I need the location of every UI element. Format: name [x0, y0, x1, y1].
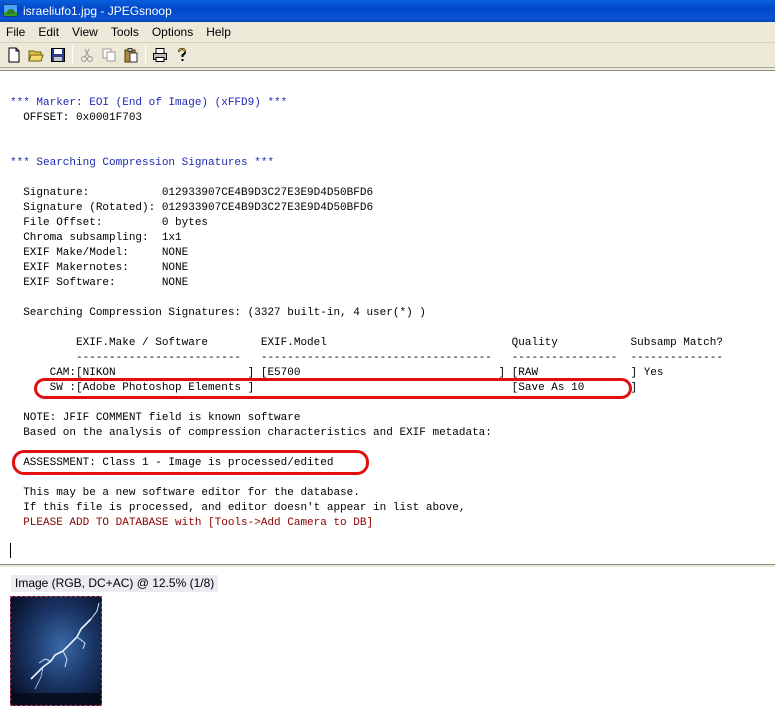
- signature-line: Signature: 012933907CE4B9D3C27E3E9D4D50B…: [10, 187, 374, 199]
- help-button[interactable]: [171, 44, 193, 66]
- copy-button[interactable]: [98, 44, 120, 66]
- menu-edit[interactable]: Edit: [32, 23, 66, 42]
- info-line: This may be a new software editor for th…: [10, 487, 360, 499]
- searching-signatures-line: Searching Compression Signatures: (3327 …: [10, 307, 426, 319]
- toolbar-separator: [145, 46, 146, 64]
- paste-icon: [124, 48, 138, 63]
- file-offset-line: File Offset: 0 bytes: [10, 217, 209, 229]
- text-caret: [10, 543, 11, 558]
- exif-makernotes-line: EXIF Makernotes: NONE: [10, 262, 189, 274]
- print-icon: [153, 48, 167, 62]
- eoi-offset-line: OFFSET: 0x0001F703: [10, 112, 143, 124]
- menu-view[interactable]: View: [66, 23, 105, 42]
- signature-table-row: CAM:[NIKON ] [E5700 ] [RAW ] Yes: [10, 367, 664, 379]
- menu-tools[interactable]: Tools: [105, 23, 146, 42]
- save-button[interactable]: [47, 44, 69, 66]
- menu-file[interactable]: File: [0, 23, 32, 42]
- image-preview-label: Image (RGB, DC+AC) @ 12.5% (1/8): [11, 575, 219, 592]
- eoi-marker-header: *** Marker: EOI (End of Image) (xFFD9) *…: [10, 97, 288, 109]
- title-bar[interactable]: israeliufo1.jpg - JPEGsnoop: [0, 0, 775, 22]
- info-line: If this file is processed, and editor do…: [10, 502, 466, 514]
- save-icon: [51, 48, 65, 62]
- paste-button[interactable]: [120, 44, 142, 66]
- menu-help[interactable]: Help: [200, 23, 238, 42]
- signature-table-rule: ------------------------- --------------…: [10, 352, 723, 364]
- toolbar-separator: [72, 46, 73, 64]
- add-to-database-line: PLEASE ADD TO DATABASE with [Tools->Add …: [10, 517, 374, 529]
- open-folder-icon: [28, 50, 44, 62]
- menu-bar: File Edit View Tools Options Help: [0, 22, 775, 43]
- cut-icon: [81, 48, 93, 62]
- lightning-image: [11, 597, 101, 705]
- open-button[interactable]: [25, 44, 47, 66]
- signature-rotated-line: Signature (Rotated): 012933907CE4B9D3C27…: [10, 202, 374, 214]
- report-pane[interactable]: *** Marker: EOI (End of Image) (xFFD9) *…: [0, 70, 775, 565]
- signature-table-header: EXIF.Make / Software EXIF.Model Quality …: [10, 337, 723, 349]
- new-button[interactable]: [3, 44, 25, 66]
- signature-table-row: SW :[Adobe Photoshop Elements ] [Save As…: [10, 382, 638, 394]
- image-thumbnail[interactable]: [10, 596, 102, 706]
- exif-make-model-line: EXIF Make/Model: NONE: [10, 247, 189, 259]
- image-file-icon: [3, 3, 19, 19]
- chroma-subsampling-line: Chroma subsampling: 1x1: [10, 232, 182, 244]
- signature-search-header: *** Searching Compression Signatures ***: [10, 157, 275, 169]
- toolbar: [0, 43, 775, 68]
- menu-options[interactable]: Options: [146, 23, 200, 42]
- exif-software-line: EXIF Software: NONE: [10, 277, 189, 289]
- window-title: israeliufo1.jpg - JPEGsnoop: [23, 4, 172, 18]
- print-button[interactable]: [149, 44, 171, 66]
- copy-icon: [102, 48, 116, 62]
- cut-button[interactable]: [76, 44, 98, 66]
- new-icon: [8, 47, 20, 63]
- help-icon: [178, 47, 187, 61]
- analysis-basis-line: Based on the analysis of compression cha…: [10, 427, 492, 439]
- note-line: NOTE: JFIF COMMENT field is known softwa…: [10, 412, 301, 424]
- assessment-line: ASSESSMENT: Class 1 - Image is processed…: [10, 457, 334, 469]
- image-preview-pane: Image (RGB, DC+AC) @ 12.5% (1/8): [0, 567, 775, 712]
